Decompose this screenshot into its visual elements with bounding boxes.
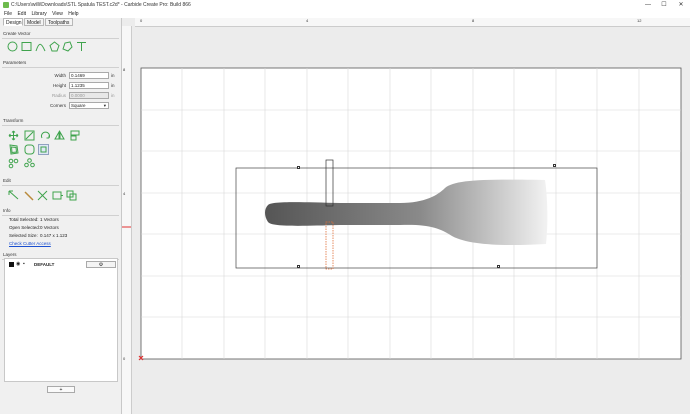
resize-handle[interactable] — [497, 265, 500, 268]
resize-handle[interactable] — [297, 166, 300, 169]
resize-handle[interactable] — [297, 265, 300, 268]
canvas-drawing — [122, 67, 682, 361]
resize-handle[interactable] — [553, 164, 556, 167]
